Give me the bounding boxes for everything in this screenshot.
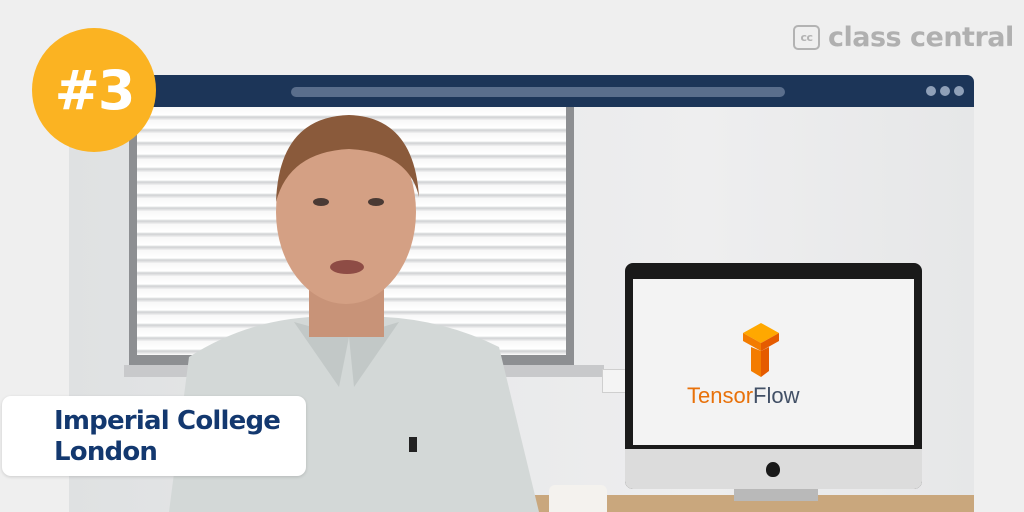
brand-logo: cc class central xyxy=(793,20,1014,54)
tensorflow-wordmark: TensorFlow xyxy=(687,383,800,408)
brand-name: class central xyxy=(828,21,1014,53)
address-bar xyxy=(291,87,785,97)
apple-logo-icon xyxy=(766,462,780,477)
class-central-logo-icon: cc xyxy=(793,24,820,50)
coffee-mug xyxy=(549,485,607,512)
monitor-screen: TensorFlow xyxy=(633,279,914,445)
rank-badge: #3 xyxy=(32,28,156,152)
imac-monitor: TensorFlow xyxy=(625,263,922,489)
provider-label: Imperial College London xyxy=(2,396,306,476)
tensorflow-logo-icon xyxy=(743,323,779,377)
window-menu-dots-icon xyxy=(926,86,964,96)
browser-titlebar xyxy=(69,75,974,107)
provider-name-line-2: London xyxy=(54,437,158,467)
provider-name-line-1: Imperial College xyxy=(54,406,281,436)
monitor-stand xyxy=(734,489,818,501)
